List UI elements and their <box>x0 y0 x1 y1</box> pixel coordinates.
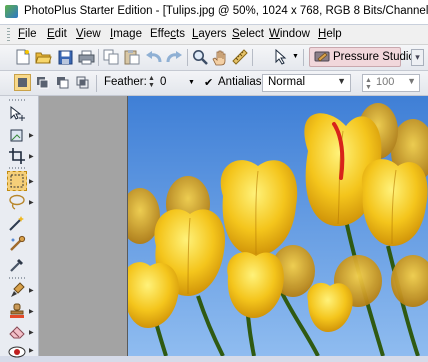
main-toolbar: ▼ Pressure Studio ▾ <box>0 45 428 71</box>
paste-icon[interactable] <box>123 48 141 66</box>
blend-mode-value: Normal <box>268 76 306 88</box>
feather-spinner[interactable]: ▲ ▼ <box>148 75 155 90</box>
feather-dropdown-arrow[interactable]: ▼ <box>188 79 195 86</box>
workspace <box>39 96 428 356</box>
red-eye-icon[interactable] <box>7 342 27 362</box>
undo-icon[interactable] <box>144 48 162 66</box>
tool-flyout-arrow[interactable]: ▶ <box>29 178 34 185</box>
menu-file[interactable]: File <box>18 28 37 40</box>
add-selection-mode-button[interactable] <box>34 74 51 91</box>
open-folder-icon[interactable] <box>34 48 52 66</box>
context-toolbar: Feather: ▲ ▼ 0 ▼ ✔ Antialias Normal ▼ ▲ ▼ … <box>0 71 428 96</box>
menu-select[interactable]: Select <box>232 28 264 40</box>
feather-label: Feather: <box>104 76 147 88</box>
move-tool-icon[interactable] <box>7 104 27 124</box>
rectangle-selection-icon[interactable] <box>7 171 27 191</box>
smart-fix-icon[interactable] <box>7 234 27 254</box>
menu-edit[interactable]: Edit <box>47 28 67 40</box>
subtract-selection-mode-button[interactable] <box>54 74 71 91</box>
feather-value[interactable]: 0 <box>160 76 166 88</box>
tool-flyout-arrow[interactable]: ▶ <box>29 347 34 354</box>
toolbar-separator <box>252 49 253 66</box>
ruler-icon[interactable] <box>231 48 249 66</box>
crop-tool-icon[interactable] <box>7 125 27 145</box>
menu-view[interactable]: View <box>76 28 101 40</box>
document-canvas[interactable] <box>127 96 428 356</box>
tool-flyout-arrow[interactable]: ▶ <box>29 287 34 294</box>
color-picker-icon[interactable] <box>7 255 27 275</box>
magic-wand-icon[interactable] <box>7 213 27 233</box>
collapse-toolbar-button[interactable]: ▾ <box>411 49 424 66</box>
menu-help[interactable]: Help <box>318 28 342 40</box>
antialias-checkbox[interactable]: ✔ <box>204 77 216 89</box>
app-logo-icon <box>5 5 18 18</box>
window-title: PhotoPlus Starter Edition - [Tulips.jpg … <box>24 5 428 17</box>
antialias-label: Antialias <box>218 76 262 88</box>
tools-panel: ▶ ▶ ▶ ▶ ▶ ▶ ▶ ▶ <box>0 96 39 358</box>
tool-flyout-arrow[interactable]: ▶ <box>29 329 34 336</box>
intersect-selection-mode-button[interactable] <box>74 74 91 91</box>
straighten-crop-icon[interactable] <box>7 146 27 166</box>
opacity-value: 100 <box>376 76 395 88</box>
toolbar-separator <box>303 49 304 66</box>
pressure-studio-button[interactable]: Pressure Studio <box>309 47 415 67</box>
pointer-icon[interactable] <box>272 48 290 66</box>
hand-pan-icon[interactable] <box>211 48 229 66</box>
pointer-dropdown-arrow[interactable]: ▼ <box>292 53 299 60</box>
clone-stamp-icon[interactable] <box>7 301 27 321</box>
tool-flyout-arrow[interactable]: ▶ <box>29 132 34 139</box>
menu-window[interactable]: Window <box>269 28 310 40</box>
title-bar: PhotoPlus Starter Edition - [Tulips.jpg … <box>0 0 428 25</box>
zoom-icon[interactable] <box>191 48 209 66</box>
menu-layers[interactable]: Layers <box>192 28 227 40</box>
paintbrush-icon[interactable] <box>7 280 27 300</box>
opacity-field[interactable]: ▲ ▼ 100 ▼ <box>362 74 420 92</box>
tools-panel-grip[interactable] <box>9 99 25 101</box>
menu-image[interactable]: Image <box>110 28 142 40</box>
new-selection-mode-button[interactable] <box>14 74 31 91</box>
new-file-icon[interactable] <box>14 48 32 66</box>
redo-icon[interactable] <box>165 48 183 66</box>
lasso-selection-icon[interactable] <box>7 192 27 212</box>
opacity-spinner[interactable]: ▲ ▼ <box>365 77 372 91</box>
tools-panel-divider <box>9 277 25 279</box>
eraser-icon[interactable] <box>7 322 27 342</box>
toolbar-separator <box>98 49 99 66</box>
print-icon[interactable] <box>77 48 95 66</box>
menubar-grip[interactable] <box>7 28 10 41</box>
menu-bar: File Edit View Image Effects Layers Sele… <box>0 25 428 45</box>
pressure-studio-label: Pressure Studio <box>333 51 415 63</box>
pressure-pen-icon <box>314 49 330 66</box>
tulips-photo <box>128 96 428 356</box>
context-separator <box>96 75 97 92</box>
tool-flyout-arrow[interactable]: ▶ <box>29 199 34 206</box>
chevron-down-icon: ▼ <box>407 76 416 86</box>
tools-panel-divider <box>9 167 25 169</box>
save-icon[interactable] <box>56 48 74 66</box>
blend-mode-select[interactable]: Normal ▼ <box>262 74 351 92</box>
toolbar-separator <box>187 49 188 66</box>
tool-flyout-arrow[interactable]: ▶ <box>29 308 34 315</box>
menu-effects[interactable]: Effects <box>150 28 185 40</box>
chevron-down-icon: ▼ <box>337 76 346 86</box>
tool-flyout-arrow[interactable]: ▶ <box>29 153 34 160</box>
copy-icon[interactable] <box>102 48 120 66</box>
